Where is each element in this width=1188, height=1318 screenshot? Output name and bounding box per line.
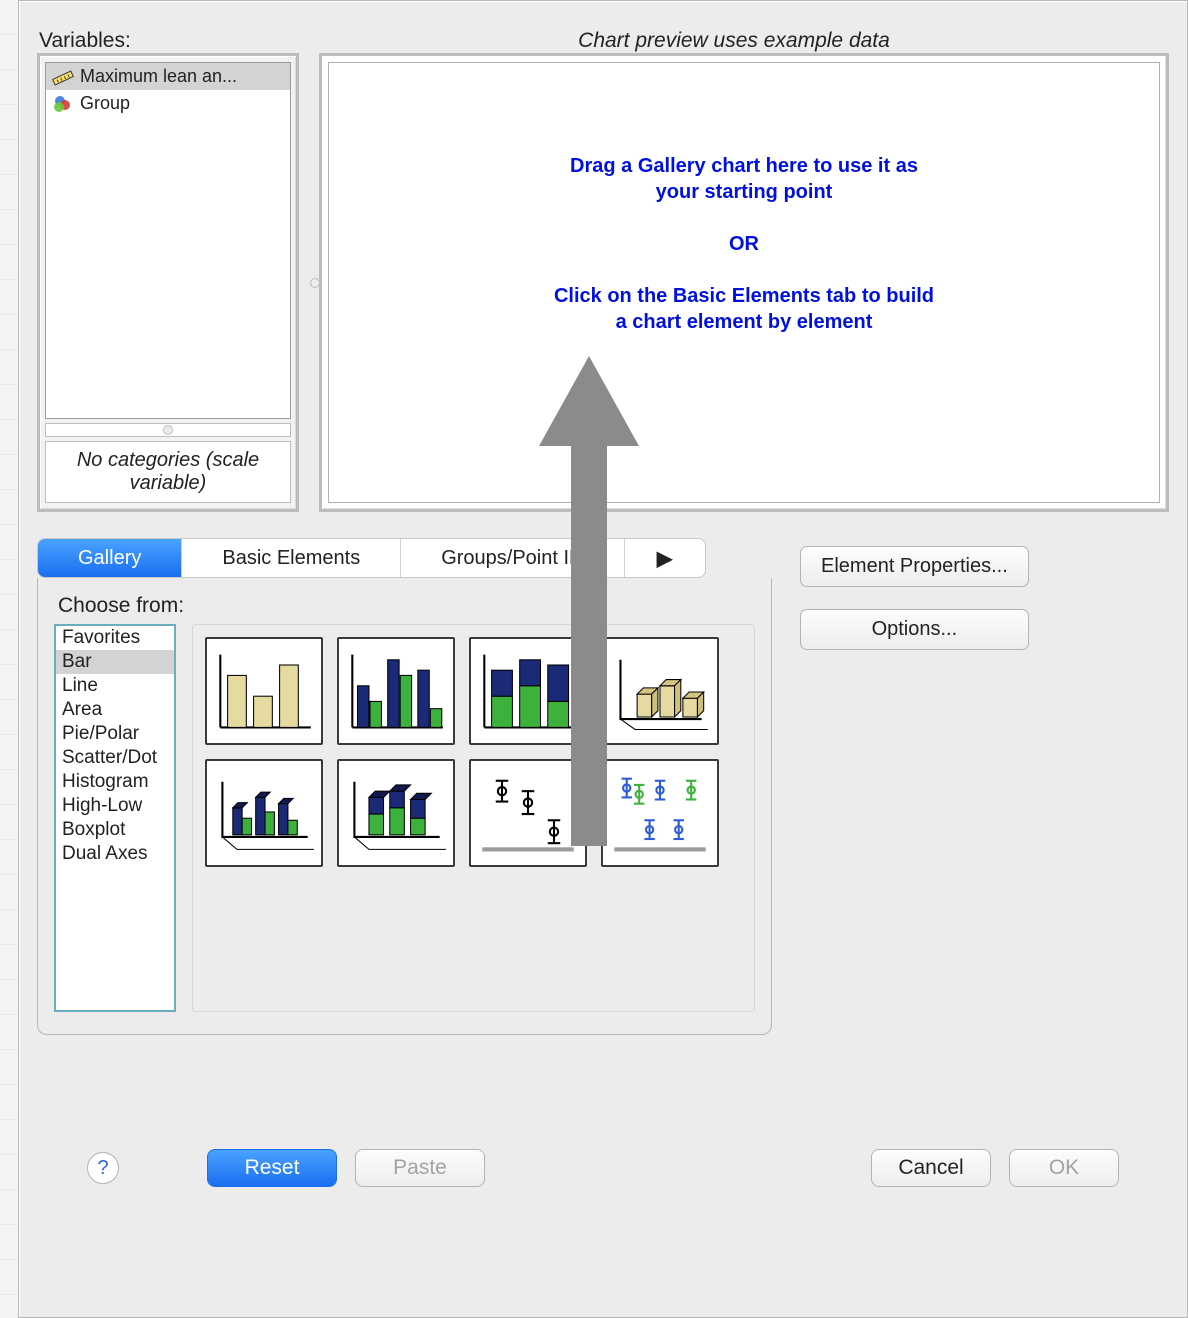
tab-gallery[interactable]: Gallery — [38, 539, 182, 577]
ok-button[interactable]: OK — [1009, 1149, 1119, 1187]
thumb-bar-stacked[interactable] — [469, 637, 587, 745]
chart-type-dual-axes[interactable]: Dual Axes — [56, 842, 174, 866]
chart-type-histogram[interactable]: Histogram — [56, 770, 174, 794]
preview-heading: Chart preview uses example data — [301, 29, 1167, 53]
panel-splitter[interactable] — [310, 278, 320, 288]
variables-footer: No categories (scale variable) — [45, 441, 291, 503]
cancel-button[interactable]: Cancel — [871, 1149, 991, 1187]
tab-overflow[interactable]: ▶ — [625, 539, 705, 577]
thumb-bar-3d-clustered[interactable] — [205, 759, 323, 867]
ruler-icon — [52, 67, 74, 87]
nominal-icon — [52, 94, 74, 114]
variable-label: Maximum lean an... — [80, 66, 237, 87]
chart-builder-dialog: Variables: Chart preview uses example da… — [18, 0, 1188, 1318]
thumb-error-bar[interactable] — [469, 759, 587, 867]
variable-item[interactable]: Maximum lean an... — [46, 63, 290, 90]
tab-basic-elements[interactable]: Basic Elements — [182, 539, 401, 577]
chart-type-area[interactable]: Area — [56, 698, 174, 722]
chart-type-high-low[interactable]: High-Low — [56, 794, 174, 818]
variable-item[interactable]: Group — [46, 90, 290, 117]
triangle-right-icon: ▶ — [657, 546, 672, 571]
variables-list[interactable]: Maximum lean an... Group — [45, 62, 291, 419]
thumb-bar-3d[interactable] — [601, 637, 719, 745]
choose-from-label: Choose from: — [58, 594, 755, 618]
help-button[interactable]: ? — [87, 1152, 119, 1184]
variables-panel: Maximum lean an... Group No categories (… — [37, 53, 299, 512]
chart-type-pie-polar[interactable]: Pie/Polar — [56, 722, 174, 746]
variables-splitter[interactable] — [45, 423, 291, 437]
thumb-bar-3d-stacked[interactable] — [337, 759, 455, 867]
chart-type-scatter-dot[interactable]: Scatter/Dot — [56, 746, 174, 770]
chart-type-bar[interactable]: Bar — [56, 650, 174, 674]
gallery-panel: Choose from: Favorites Bar Line Area Pie… — [37, 578, 772, 1035]
tab-groups-point-id[interactable]: Groups/Point ID — [401, 539, 624, 577]
chart-type-boxplot[interactable]: Boxplot — [56, 818, 174, 842]
thumbnail-area — [192, 624, 755, 1012]
chart-type-list[interactable]: Favorites Bar Line Area Pie/Polar Scatte… — [54, 624, 176, 1012]
chart-type-line[interactable]: Line — [56, 674, 174, 698]
element-properties-button[interactable]: Element Properties... — [800, 546, 1029, 587]
reset-button[interactable]: Reset — [207, 1149, 337, 1187]
variable-label: Group — [80, 93, 130, 114]
paste-button[interactable]: Paste — [355, 1149, 485, 1187]
variables-heading: Variables: — [39, 29, 301, 53]
chart-type-favorites[interactable]: Favorites — [56, 626, 174, 650]
preview-canvas[interactable]: Drag a Gallery chart here to use it as y… — [328, 62, 1160, 503]
tab-strip: Gallery Basic Elements Groups/Point ID ▶ — [37, 538, 772, 578]
thumb-bar-clustered[interactable] — [337, 637, 455, 745]
dialog-button-row: ? Reset Paste Cancel OK — [37, 1149, 1169, 1187]
help-icon: ? — [97, 1157, 108, 1179]
preview-instructions: Drag a Gallery chart here to use it as y… — [329, 153, 1159, 361]
thumb-error-bar-grouped[interactable] — [601, 759, 719, 867]
preview-panel: Drag a Gallery chart here to use it as y… — [319, 53, 1169, 512]
thumb-bar-simple[interactable] — [205, 637, 323, 745]
options-button[interactable]: Options... — [800, 609, 1029, 650]
